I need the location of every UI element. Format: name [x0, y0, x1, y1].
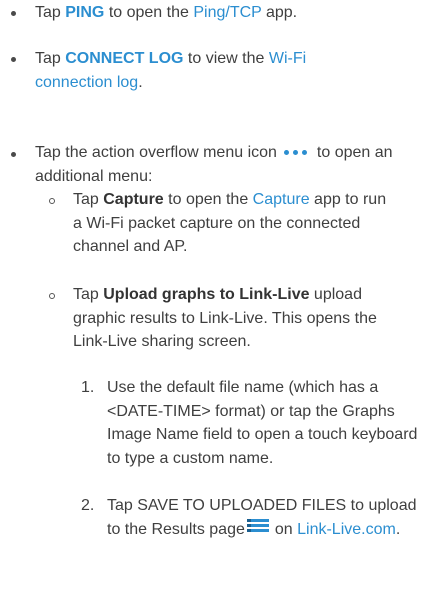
ping-keyword: PING: [65, 4, 105, 21]
bullet: [11, 57, 16, 62]
capture-keyword: Capture: [103, 191, 164, 208]
step-number: 2.: [81, 497, 95, 514]
list-item-overflow-menu: Tap the action overflow menu icon to open…: [35, 144, 393, 185]
list-item-ping: Tap PING to open the Ping/TCP app.: [35, 4, 298, 21]
bullet: [11, 152, 16, 157]
ping-tcp-link[interactable]: Ping/TCP: [193, 4, 261, 21]
list-item-capture: Tap Capture to open the Capture app to r…: [73, 191, 387, 255]
capture-app-link[interactable]: Capture: [253, 191, 310, 208]
link-live-link[interactable]: Link-Live.com: [297, 521, 396, 538]
more-horizontal-icon: [283, 147, 309, 159]
sub-bullet: [49, 293, 55, 299]
connect-log-keyword: CONNECT LOG: [65, 50, 184, 67]
upload-graphs-keyword: Upload graphs to Link-Live: [103, 286, 310, 303]
bullet: [11, 11, 16, 16]
step-2-text: Tap SAVE TO UPLOADED FILES to upload to …: [107, 497, 417, 538]
sub-bullet: [49, 198, 55, 204]
step-1-text: Use the default file name (which has a <…: [107, 379, 418, 467]
results-list-icon: [246, 518, 269, 537]
list-item-upload-graphs: Tap Upload graphs to Link-Live upload gr…: [73, 286, 377, 350]
list-item-connect-log: Tap CONNECT LOG to view the Wi-Fi connec…: [35, 50, 307, 91]
step-number: 1.: [81, 379, 95, 396]
